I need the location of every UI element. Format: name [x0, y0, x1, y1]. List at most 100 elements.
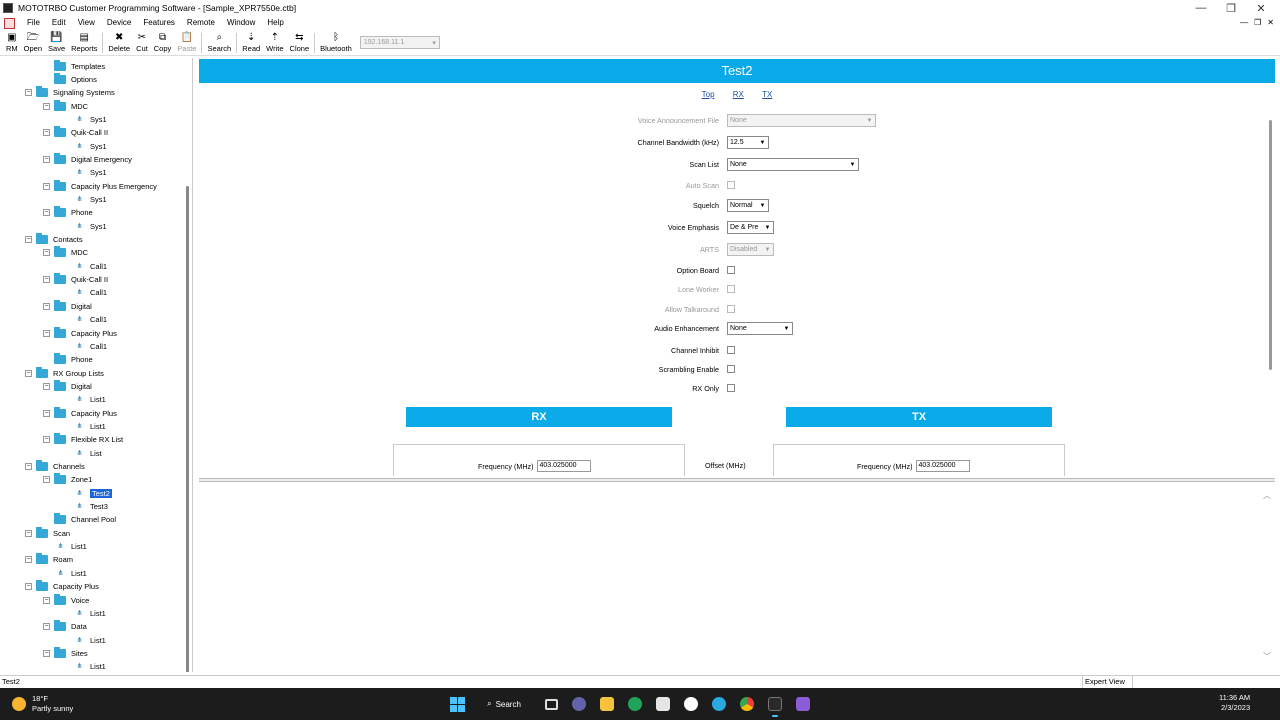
tree-folder[interactable]: Templates: [54, 59, 105, 72]
write-button[interactable]: ⇡ Write: [263, 30, 286, 56]
tree-folder[interactable]: − Sites: [43, 646, 88, 659]
store-button[interactable]: [652, 693, 674, 715]
rm-button[interactable]: ▣ RM: [3, 30, 21, 56]
app-button-c[interactable]: [792, 693, 814, 715]
app-button-a[interactable]: [680, 693, 702, 715]
scrambling-checkbox[interactable]: [727, 365, 735, 373]
edge-button[interactable]: [624, 693, 646, 715]
tree-folder[interactable]: − Zone1: [43, 473, 92, 486]
cut-button[interactable]: ✂ Cut: [133, 30, 151, 56]
tree-folder[interactable]: − MDC: [43, 99, 88, 112]
tree-folder[interactable]: − MDC: [43, 246, 88, 259]
tree-folder[interactable]: − Capacity Plus: [25, 580, 99, 593]
collapse-toggle[interactable]: −: [43, 623, 50, 631]
collapse-toggle[interactable]: −: [43, 382, 50, 390]
tree-item[interactable]: ⋔ List1: [73, 634, 106, 646]
menu-window[interactable]: Window: [221, 16, 261, 30]
tree-item[interactable]: ⋔ Call1: [73, 287, 108, 299]
tree-folder[interactable]: − Contacts: [25, 233, 83, 246]
tree-item[interactable]: ⋔ List1: [73, 394, 106, 406]
tree-folder[interactable]: − Flexible RX List: [43, 433, 123, 446]
menu-view[interactable]: View: [72, 16, 101, 30]
tree-folder[interactable]: − Data: [43, 620, 87, 633]
collapse-toggle[interactable]: −: [43, 129, 50, 137]
chrome-button[interactable]: [736, 693, 758, 715]
content-scrollbar[interactable]: [1267, 104, 1275, 474]
collapse-toggle[interactable]: −: [43, 436, 50, 444]
mdi-close-button[interactable]: ✕: [1267, 16, 1274, 30]
squelch-select[interactable]: Normal ▼: [727, 199, 769, 212]
tree-item[interactable]: ⋔ List1: [54, 541, 87, 553]
tree-item[interactable]: ⋔ Sys1: [73, 113, 107, 125]
collapse-toggle[interactable]: −: [25, 556, 32, 564]
start-button[interactable]: [446, 693, 468, 715]
tree-folder[interactable]: − Quik-Call II: [43, 126, 108, 139]
read-button[interactable]: ⇣ Read: [239, 30, 263, 56]
search-button[interactable]: ⌕ Search: [204, 30, 234, 56]
tree-folder[interactable]: Channel Pool: [54, 513, 116, 526]
clone-button[interactable]: ⇆ Clone: [287, 30, 313, 56]
collapse-toggle[interactable]: −: [25, 529, 32, 537]
chat-button[interactable]: [568, 693, 590, 715]
app-button-b[interactable]: [708, 693, 730, 715]
content-scroll-thumb[interactable]: [1269, 120, 1272, 370]
minimize-button[interactable]: —: [1186, 0, 1216, 16]
collapse-toggle[interactable]: −: [43, 102, 50, 110]
tree-item[interactable]: ⋔ Test3: [73, 501, 108, 513]
weather-widget[interactable]: 18°F Partly sunny: [12, 694, 73, 714]
collapse-toggle[interactable]: −: [25, 463, 32, 470]
delete-button[interactable]: ✖ Delete: [105, 30, 133, 56]
collapse-toggle[interactable]: −: [43, 409, 50, 417]
bandwidth-select[interactable]: 12.5 ▼: [727, 136, 769, 149]
channel-inhibit-checkbox[interactable]: [727, 346, 735, 354]
audio-enhancement-select[interactable]: None ▼: [727, 322, 793, 335]
collapse-toggle[interactable]: −: [43, 155, 50, 163]
collapse-toggle[interactable]: −: [43, 209, 50, 217]
menu-device[interactable]: Device: [101, 16, 137, 30]
tree-folder[interactable]: − Digital: [43, 299, 92, 312]
tree-item[interactable]: ⋔ Test2: [73, 487, 112, 499]
tree-folder[interactable]: Options: [54, 72, 97, 85]
tree-folder[interactable]: − Digital: [43, 379, 92, 392]
tree-item[interactable]: ⋔ Call1: [73, 260, 108, 272]
copy-button[interactable]: ⧉ Copy: [151, 30, 175, 56]
reports-button[interactable]: ▤ Reports: [68, 30, 100, 56]
link-tx[interactable]: TX: [762, 90, 772, 99]
tree-item[interactable]: ⋔ Call1: [73, 340, 108, 352]
tree-item[interactable]: ⋔ Call1: [73, 314, 108, 326]
cps-app-button[interactable]: [764, 693, 786, 717]
tree-item[interactable]: ⋔ List1: [73, 661, 106, 672]
close-button[interactable]: ✕: [1246, 0, 1276, 16]
tree-folder[interactable]: − Scan: [25, 526, 70, 539]
tree-item[interactable]: ⋔ List: [73, 447, 102, 459]
scan-list-select[interactable]: None ▼: [727, 158, 859, 171]
tree-item[interactable]: ⋔ Sys1: [73, 194, 107, 206]
tree-folder[interactable]: − Phone: [43, 206, 93, 219]
document-icon[interactable]: [4, 17, 15, 29]
tree-folder[interactable]: − Channels: [25, 460, 85, 473]
rx-frequency-input[interactable]: 403.025000: [536, 460, 591, 472]
file-explorer-button[interactable]: [596, 693, 618, 715]
menu-features[interactable]: Features: [137, 16, 181, 30]
collapse-toggle[interactable]: −: [43, 649, 50, 657]
tx-frequency-input[interactable]: 403.025000: [915, 460, 970, 472]
tree-folder[interactable]: − Signaling Systems: [25, 86, 115, 99]
taskbar-search-button[interactable]: ⌕ Search: [474, 693, 534, 715]
tree-item[interactable]: ⋔ List1: [73, 420, 106, 432]
tree-item[interactable]: ⋔ List1: [54, 567, 87, 579]
maximize-button[interactable]: ❐: [1216, 0, 1246, 16]
save-button[interactable]: 💾 Save: [45, 30, 68, 56]
collapse-toggle[interactable]: −: [43, 329, 50, 337]
tree-folder[interactable]: − Quik-Call II: [43, 273, 108, 286]
collapse-toggle[interactable]: −: [43, 596, 50, 604]
menu-file[interactable]: File: [21, 16, 46, 30]
collapse-toggle[interactable]: −: [43, 476, 50, 484]
tree-folder[interactable]: − Capacity Plus: [43, 326, 117, 339]
collapse-toggle[interactable]: −: [25, 583, 32, 591]
option-board-checkbox[interactable]: [727, 266, 735, 274]
rx-only-checkbox[interactable]: [727, 384, 735, 392]
collapse-toggle[interactable]: −: [25, 89, 32, 97]
collapse-toggle[interactable]: −: [43, 302, 50, 310]
open-button[interactable]: 🗁 Open: [21, 30, 45, 56]
collapse-toggle[interactable]: −: [25, 369, 32, 377]
